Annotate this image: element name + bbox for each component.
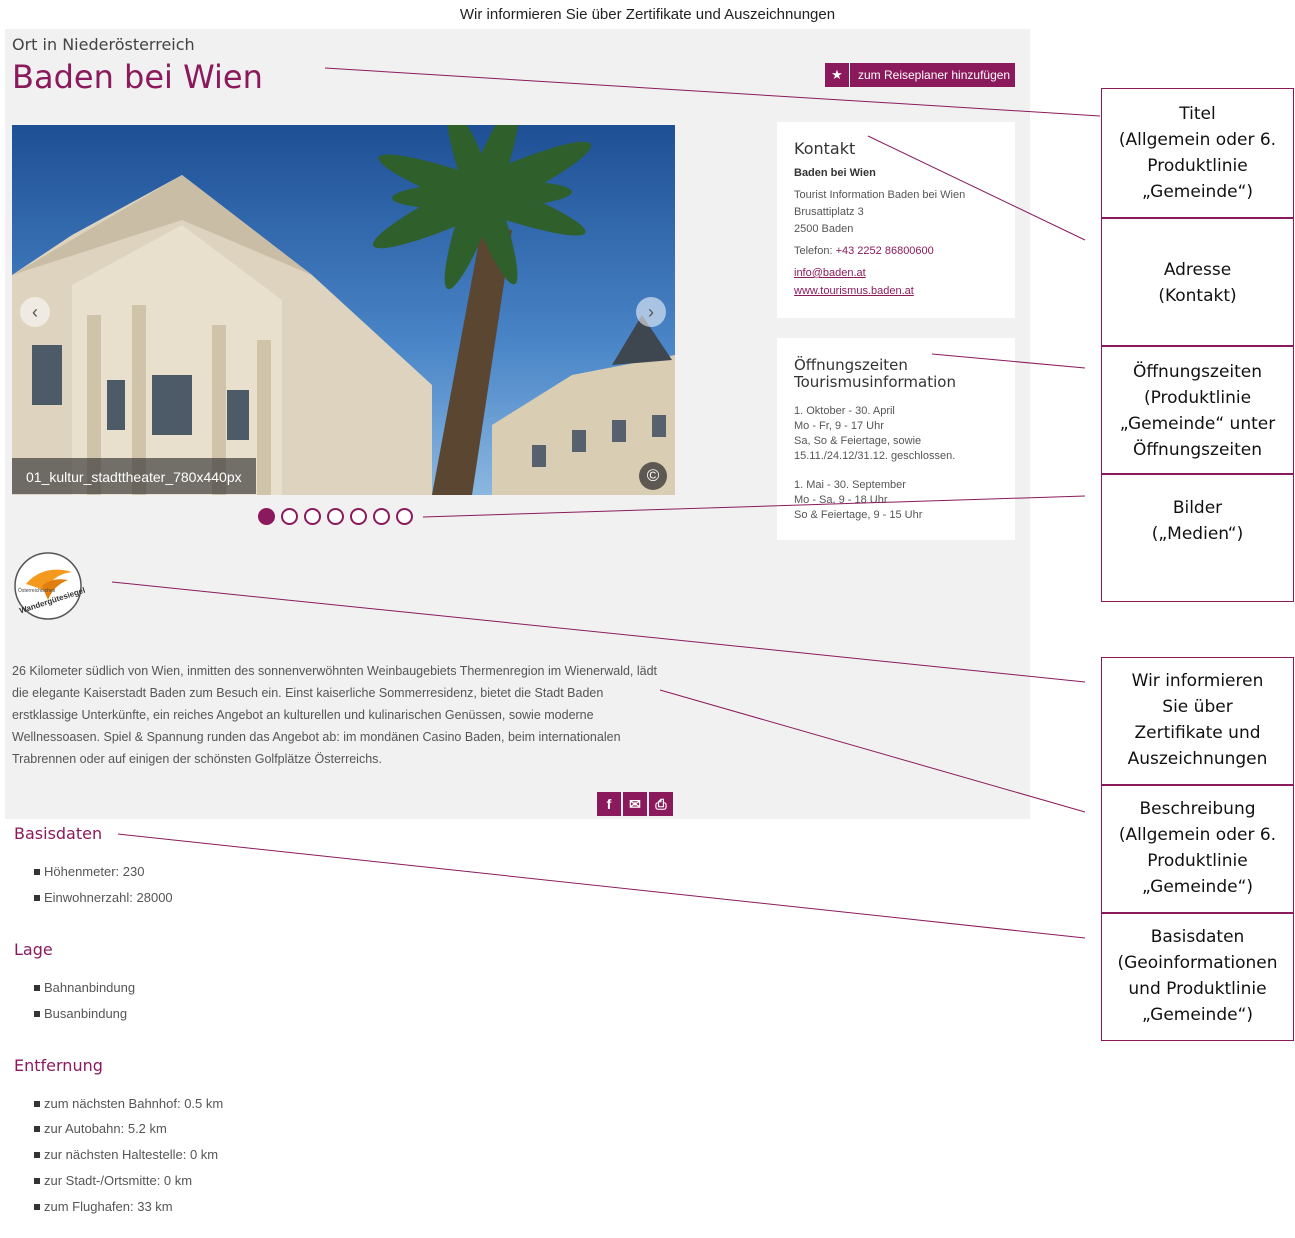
hours-heading-line1: Öffnungszeiten [794,356,908,374]
contact-card: Kontakt Baden bei Wien Tourist Informati… [777,122,1015,318]
page-title: Baden bei Wien [12,58,263,96]
lage-item: Busanbindung [34,1006,127,1021]
entfernung-item: zum Flughafen: 33 km [34,1199,173,1214]
annotation-bilder: Bilder („Medien“) [1101,474,1294,602]
website-link[interactable]: www.tourismus.baden.at [794,285,914,297]
annotation-oeffnungszeiten: Öffnungszeiten (Produktlinie „Gemeinde“ un… [1101,346,1294,474]
contact-phone: Telefon: +43 2252 86800600 [794,245,934,257]
facebook-share-button[interactable]: f [597,792,621,816]
top-caption: Wir informieren Sie über Zertifikate und… [459,6,836,23]
basisdaten-title: Basisdaten [14,824,103,843]
page-subtitle: Ort in Niederösterreich [12,35,195,54]
slider-prev-button[interactable]: ‹ [20,297,50,327]
hours-winter-weekdays: Mo - Fr, 9 - 17 Uhr [794,420,884,432]
slider-dots [258,508,413,525]
entfernung-item: zur nächsten Haltestelle: 0 km [34,1147,218,1162]
contact-city: 2500 Baden [794,223,854,235]
slider-dot[interactable] [327,508,344,525]
entfernung-item: zur Stadt-/Ortsmitte: 0 km [34,1173,192,1188]
annotation-beschreibung: Beschreibung (Allgemein oder 6. Produktlin… [1101,785,1294,913]
annotation-titel: Titel (Allgemein oder 6. Produktlinie „Geme… [1101,88,1294,218]
annotation-adresse: Adresse (Kontakt) [1101,218,1294,346]
contact-name: Baden bei Wien [794,167,876,179]
hours-heading-line2: Tourismusinformation [794,373,956,391]
wandergutesiegel-badge: Österreichisches Wandergütesiegel [12,550,86,622]
contact-org: Tourist Information Baden bei Wien [794,189,966,201]
email-link[interactable]: info@baden.at [794,267,866,279]
hours-summer-dates: 1. Mai - 30. September [794,479,906,491]
copyright-icon[interactable]: © [639,462,667,490]
hours-winter-dates: 1. Oktober - 30. April [794,405,895,417]
hours-heading: Öffnungszeiten Tourismusinformation [794,357,956,391]
contact-street: Brusattiplatz 3 [794,206,864,218]
lage-item: Bahnanbindung [34,980,135,995]
image-slider[interactable] [12,125,675,495]
description: 26 Kilometer südlich von Wien, inmitten … [12,664,658,766]
slider-dot[interactable] [281,508,298,525]
contact-heading: Kontakt [794,139,856,158]
basisdaten-item: Einwohnerzahl: 28000 [34,890,173,905]
slider-dot[interactable] [396,508,413,525]
hours-summer-sunday: So & Feiertage, 9 - 15 Uhr [794,509,923,521]
planner-button-label: zum Reiseplaner hinzufügen [858,68,1011,82]
hours-winter-weekend: Sa, So & Feiertage, sowie [794,435,922,447]
hours-summer-weekdays: Mo - Sa, 9 - 18 Uhr [794,494,888,506]
slider-next-button[interactable]: › [636,297,666,327]
annotation-zertifikate: Wir informieren Sie über Zertifikate und Au… [1101,657,1294,785]
star-icon: ★ [825,63,850,87]
slider-dot[interactable] [258,508,275,525]
slider-dot[interactable] [373,508,390,525]
slider-image [12,125,675,495]
print-button[interactable]: ⎙ [649,792,673,816]
phone-link[interactable]: +43 2252 86800600 [836,245,934,257]
slider-dot[interactable] [304,508,321,525]
image-caption: 01_kultur_stadttheater_780x440px [12,458,256,494]
lage-title: Lage [14,940,53,959]
slider-dot[interactable] [350,508,367,525]
opening-hours-card: Öffnungszeiten Tourismusinformation 1. O… [777,338,1015,540]
add-to-planner-button[interactable]: ★ zum Reiseplaner hinzufügen [825,63,1015,87]
annotation-basisdaten: Basisdaten (Geoinformationen und Produktli… [1101,913,1294,1041]
badge-text-top: Österreichisches [18,588,56,594]
entfernung-item: zum nächsten Bahnhof: 0.5 km [34,1096,223,1111]
hours-winter-closed: 15.11./24.12/31.12. geschlossen. [794,450,956,462]
phone-label: Telefon: [794,245,836,257]
email-share-button[interactable]: ✉ [623,792,647,816]
entfernung-title: Entfernung [14,1056,103,1075]
basisdaten-item: Höhenmeter: 230 [34,864,144,879]
entfernung-item: zur Autobahn: 5.2 km [34,1121,167,1136]
